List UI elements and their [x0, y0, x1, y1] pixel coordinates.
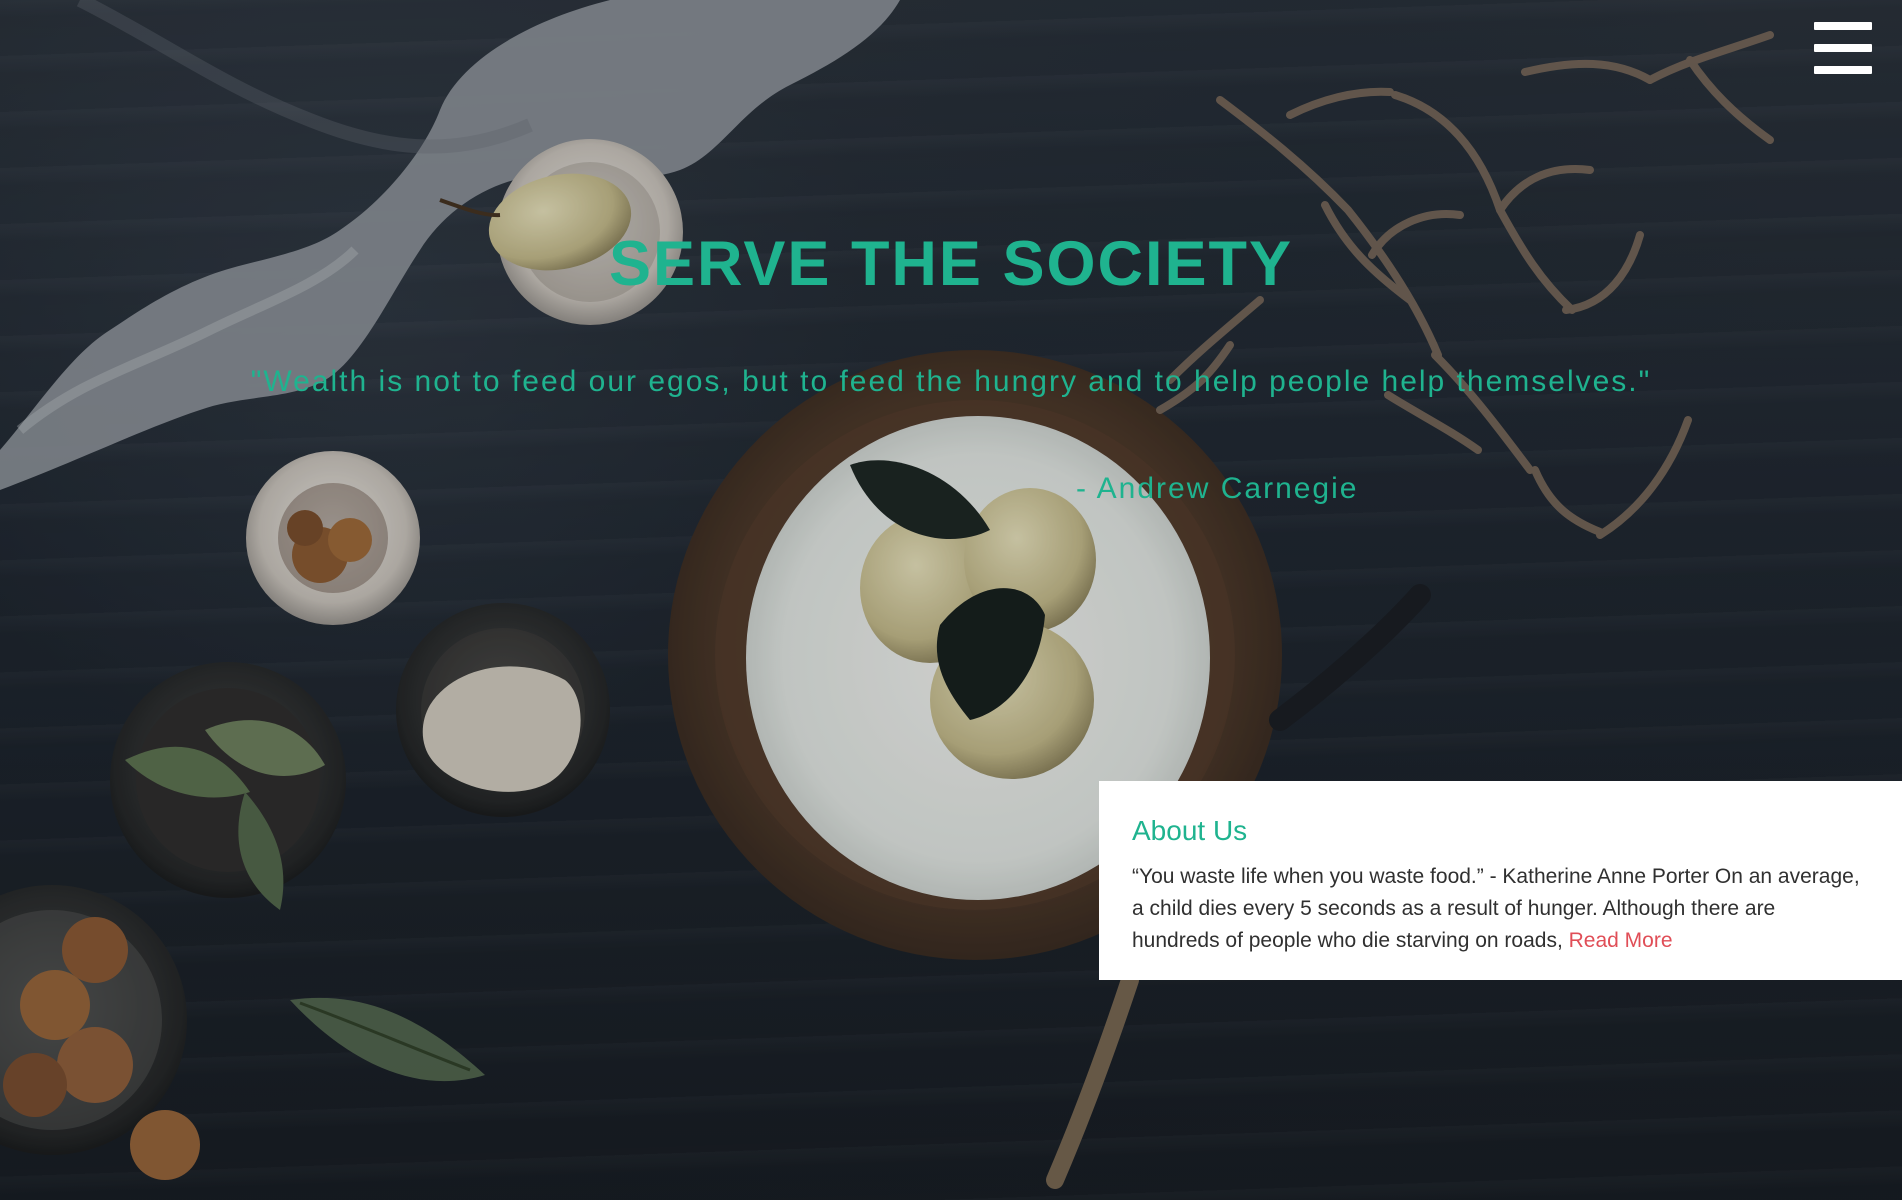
- about-us-title: About Us: [1132, 815, 1248, 846]
- hero-title: SERVE THE SOCIETY: [609, 229, 1293, 299]
- hamburger-menu-icon-line: [1814, 66, 1872, 74]
- about-us-card: About Us “You waste life when you waste …: [1099, 781, 1902, 980]
- about-us-text: “You waste life when you waste food.” - …: [1132, 861, 1868, 957]
- hero-author: - Andrew Carnegie: [1076, 472, 1359, 505]
- read-more-link[interactable]: Read More: [1569, 929, 1673, 952]
- hamburger-menu-icon-line: [1814, 22, 1872, 30]
- background-food-scene: [0, 0, 1902, 1200]
- page-root: SERVE THE SOCIETY "Wealth is not to feed…: [0, 0, 1902, 1200]
- about-us-body: “You waste life when you waste food.” - …: [1132, 865, 1860, 952]
- menu-button[interactable]: [1814, 22, 1872, 74]
- hero-quote: "Wealth is not to feed our egos, but to …: [250, 365, 1652, 398]
- hamburger-menu-icon-line: [1814, 44, 1872, 52]
